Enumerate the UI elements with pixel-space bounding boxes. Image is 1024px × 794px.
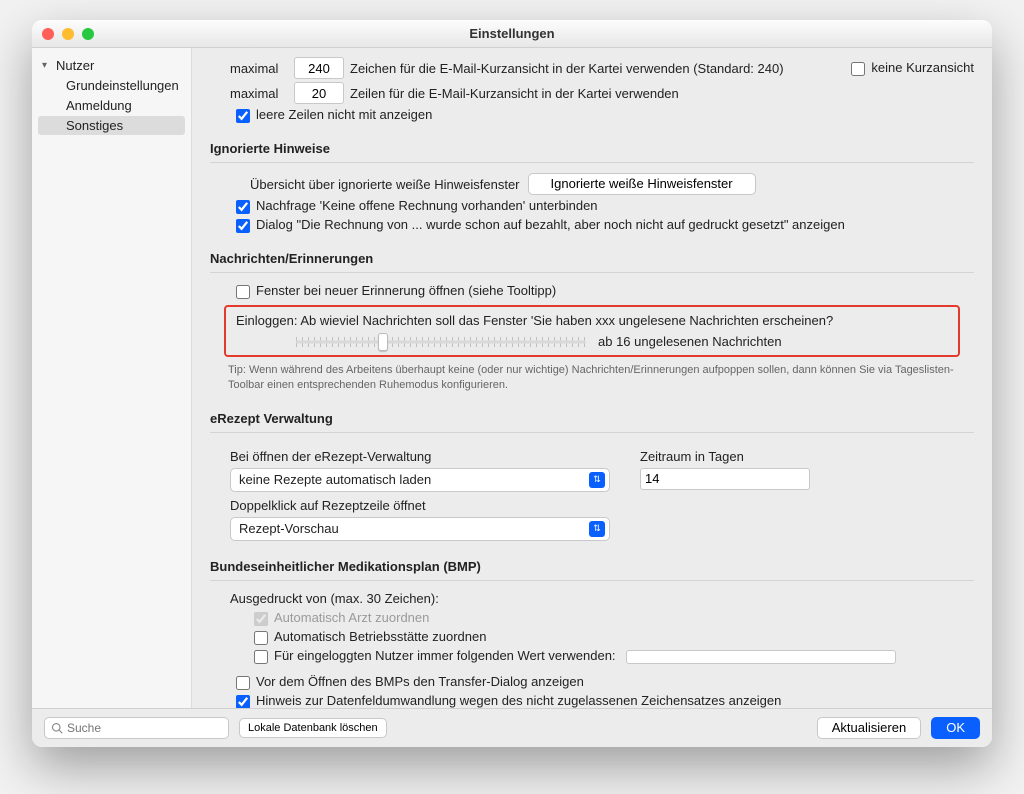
sidebar-item-anmeldung[interactable]: Anmeldung <box>38 96 185 115</box>
titlebar: Einstellungen <box>32 20 992 48</box>
bmp-transfer-dialog-checkbox[interactable] <box>236 676 250 690</box>
slider-value-label: ab 16 ungelesenen Nachrichten <box>598 334 782 349</box>
preferences-window: Einstellungen ▾ Nutzer Grundeinstellunge… <box>32 20 992 747</box>
window-title: Einstellungen <box>32 26 992 41</box>
chevron-down-icon: ▾ <box>42 60 52 71</box>
max-chars-label: maximal <box>230 61 288 76</box>
max-lines-input[interactable] <box>294 82 344 104</box>
delete-local-db-button[interactable]: Lokale Datenbank löschen <box>239 718 387 738</box>
section-messages-heading: Nachrichten/Erinnerungen <box>210 251 974 266</box>
no-shortview-checkbox[interactable] <box>851 62 865 76</box>
bmp-logged-user-checkbox[interactable] <box>254 650 268 664</box>
search-icon <box>51 722 63 734</box>
hide-empty-checkbox[interactable] <box>236 109 250 123</box>
select-arrow-icon: ⇅ <box>589 521 605 537</box>
sidebar-root[interactable]: ▾ Nutzer <box>32 56 191 75</box>
erezept-open-select[interactable]: keine Rezepte automatisch laden ⇅ <box>230 468 610 492</box>
erezept-open-label: Bei öffnen der eRezept-Verwaltung <box>230 449 610 464</box>
section-ignored-heading: Ignorierte Hinweise <box>210 141 974 156</box>
sidebar: ▾ Nutzer Grundeinstellungen Anmeldung So… <box>32 48 192 708</box>
erezept-dblclick-select[interactable]: Rezept-Vorschau ⇅ <box>230 517 610 541</box>
max-lines-desc: Zeilen für die E-Mail-Kurzansicht in der… <box>350 86 679 101</box>
max-lines-label: maximal <box>230 86 288 101</box>
login-threshold-question: Einloggen: Ab wieviel Nachrichten soll d… <box>236 313 948 328</box>
search-field[interactable] <box>44 717 229 739</box>
bmp-auto-doctor-checkbox <box>254 612 268 626</box>
slider-thumb[interactable] <box>378 333 388 351</box>
select-arrow-icon: ⇅ <box>589 472 605 488</box>
sidebar-item-sonstiges[interactable]: Sonstiges <box>38 116 185 135</box>
erezept-dblclick-label: Doppelklick auf Rezeptzeile öffnet <box>230 498 974 513</box>
content-pane: maximal Zeichen für die E-Mail-Kurzansic… <box>192 48 992 708</box>
bmp-logged-user-input[interactable] <box>626 650 896 664</box>
search-input[interactable] <box>67 721 222 735</box>
no-open-invoice-checkbox[interactable] <box>236 200 250 214</box>
erezept-period-label: Zeitraum in Tagen <box>640 449 820 464</box>
invoice-dialog-checkbox[interactable] <box>236 219 250 233</box>
footer: Lokale Datenbank löschen Aktualisieren O… <box>32 708 992 747</box>
highlighted-region: Einloggen: Ab wieviel Nachrichten soll d… <box>224 305 960 357</box>
bmp-auto-site-checkbox[interactable] <box>254 631 268 645</box>
max-chars-desc: Zeichen für die E-Mail-Kurzansicht in de… <box>350 61 784 76</box>
refresh-button[interactable]: Aktualisieren <box>817 717 921 739</box>
bmp-charset-hint-checkbox[interactable] <box>236 695 250 708</box>
sidebar-root-label: Nutzer <box>56 58 94 73</box>
erezept-period-input[interactable] <box>640 468 810 490</box>
section-erezept-heading: eRezept Verwaltung <box>210 411 974 426</box>
ignored-overview-label: Übersicht über ignorierte weiße Hinweisf… <box>250 177 520 192</box>
bmp-printed-label: Ausgedruckt von (max. 30 Zeichen): <box>230 591 974 606</box>
sidebar-item-grundeinstellungen[interactable]: Grundeinstellungen <box>38 76 185 95</box>
max-chars-input[interactable] <box>294 57 344 79</box>
messages-tip: Tip: Wenn während des Arbeitens überhaup… <box>228 363 956 393</box>
ok-button[interactable]: OK <box>931 717 980 739</box>
ignored-whitebox-button[interactable]: Ignorierte weiße Hinweisfenster <box>528 173 756 195</box>
unread-threshold-slider[interactable] <box>296 335 586 349</box>
new-reminder-window-checkbox[interactable] <box>236 285 250 299</box>
section-bmp-heading: Bundeseinheitlicher Medikationsplan (BMP… <box>210 559 974 574</box>
